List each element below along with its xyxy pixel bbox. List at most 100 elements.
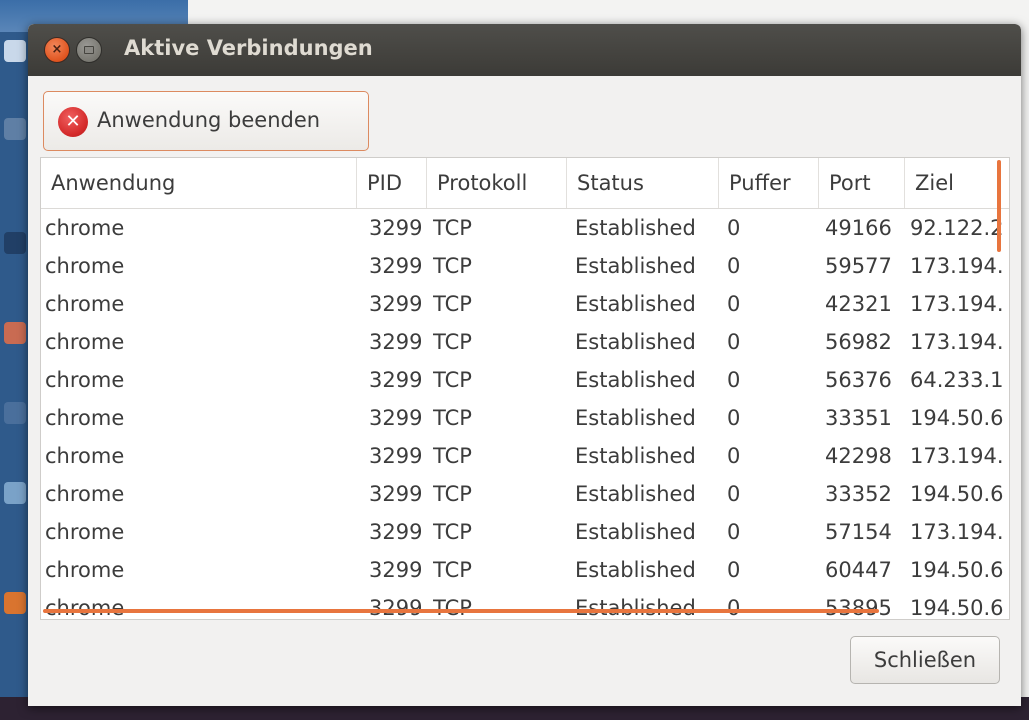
cell-application: chrome [45, 368, 125, 392]
cell-destination: 194.50.6 [910, 406, 1004, 430]
table-row[interactable]: chrome 3299 TCP Established 0 42321 173.… [41, 285, 1009, 323]
launcher-app-icon[interactable] [4, 40, 26, 62]
cell-protocol: TCP [433, 254, 472, 278]
cell-application: chrome [45, 330, 125, 354]
cell-protocol: TCP [433, 482, 472, 506]
cell-protocol: TCP [433, 406, 472, 430]
cell-pid: 3299 [369, 596, 423, 620]
cell-buffer: 0 [727, 292, 741, 316]
close-button[interactable]: Schließen [850, 636, 1000, 684]
table-row[interactable]: chrome 3299 TCP Established 0 33351 194.… [41, 399, 1009, 437]
launcher [0, 32, 30, 697]
table-row[interactable]: chrome 3299 TCP Established 0 56376 64.2… [41, 361, 1009, 399]
cell-status: Established [575, 292, 696, 316]
cell-buffer: 0 [727, 520, 741, 544]
cell-port: 53895 [825, 596, 892, 620]
cell-status: Established [575, 216, 696, 240]
cell-protocol: TCP [433, 596, 472, 620]
cell-destination: 173.194. [910, 330, 1004, 354]
cell-buffer: 0 [727, 596, 741, 620]
cell-destination: 64.233.1 [910, 368, 1004, 392]
end-application-label: Anwendung beenden [97, 108, 321, 132]
cell-port: 42321 [825, 292, 892, 316]
cell-application: chrome [45, 558, 125, 582]
launcher-app-icon[interactable] [4, 482, 26, 504]
table-row[interactable]: chrome 3299 TCP Established 0 60447 194.… [41, 551, 1009, 589]
launcher-app-icon[interactable] [4, 322, 26, 344]
table-row[interactable]: chrome 3299 TCP Established 0 59577 173.… [41, 247, 1009, 285]
connections-table[interactable]: Anwendung PID Protokoll Status Puffer Po… [40, 157, 1010, 620]
column-header-destination[interactable]: Ziel [905, 158, 1009, 208]
table-row[interactable]: chrome 3299 TCP Established 0 56982 173.… [41, 323, 1009, 361]
launcher-app-icon[interactable] [4, 592, 26, 614]
cell-application: chrome [45, 254, 125, 278]
cell-status: Established [575, 596, 696, 620]
cell-port: 33352 [825, 482, 892, 506]
table-row[interactable]: chrome 3299 TCP Established 0 57154 173.… [41, 513, 1009, 551]
table-row[interactable]: chrome 3299 TCP Established 0 33352 194.… [41, 475, 1009, 513]
table-row[interactable]: chrome 3299 TCP Established 0 53895 194.… [41, 589, 1009, 620]
cell-pid: 3299 [369, 482, 423, 506]
cell-status: Established [575, 254, 696, 278]
end-application-button[interactable]: ✕ Anwendung beenden [43, 91, 369, 151]
table-row[interactable]: chrome 3299 TCP Established 0 49166 92.1… [41, 209, 1009, 247]
cell-destination: 194.50.6 [910, 596, 1004, 620]
cell-port: 57154 [825, 520, 892, 544]
cell-status: Established [575, 368, 696, 392]
cell-buffer: 0 [727, 444, 741, 468]
horizontal-scrollbar[interactable] [43, 609, 879, 613]
cell-buffer: 0 [727, 406, 741, 430]
column-header-protocol[interactable]: Protokoll [427, 158, 567, 208]
cell-destination: 194.50.6 [910, 482, 1004, 506]
cell-protocol: TCP [433, 368, 472, 392]
cell-pid: 3299 [369, 368, 423, 392]
launcher-app-icon[interactable] [4, 118, 26, 140]
window-minimize-icon[interactable] [76, 37, 102, 63]
cell-port: 59577 [825, 254, 892, 278]
cell-pid: 3299 [369, 254, 423, 278]
cell-destination: 173.194. [910, 254, 1004, 278]
cell-status: Established [575, 558, 696, 582]
cell-destination: 173.194. [910, 520, 1004, 544]
cell-application: chrome [45, 520, 125, 544]
cell-application: chrome [45, 406, 125, 430]
cell-buffer: 0 [727, 330, 741, 354]
vertical-scrollbar[interactable] [997, 160, 1001, 252]
cell-destination: 173.194. [910, 292, 1004, 316]
cell-pid: 3299 [369, 444, 423, 468]
cell-destination: 194.50.6 [910, 558, 1004, 582]
launcher-app-icon[interactable] [4, 232, 26, 254]
cell-protocol: TCP [433, 330, 472, 354]
cell-status: Established [575, 520, 696, 544]
cell-buffer: 0 [727, 368, 741, 392]
column-header-port[interactable]: Port [819, 158, 905, 208]
cell-port: 49166 [825, 216, 892, 240]
cell-application: chrome [45, 216, 125, 240]
cell-pid: 3299 [369, 330, 423, 354]
cell-port: 33351 [825, 406, 892, 430]
cell-protocol: TCP [433, 292, 472, 316]
cell-port: 56376 [825, 368, 892, 392]
column-header-application[interactable]: Anwendung [41, 158, 357, 208]
active-connections-dialog: × Aktive Verbindungen ✕ Anwendung beende… [28, 24, 1021, 706]
window-title: Aktive Verbindungen [124, 36, 373, 60]
cell-pid: 3299 [369, 216, 423, 240]
cell-status: Established [575, 406, 696, 430]
column-header-pid[interactable]: PID [357, 158, 427, 208]
cell-application: chrome [45, 482, 125, 506]
window-close-icon[interactable]: × [44, 37, 70, 63]
column-header-buffer[interactable]: Puffer [719, 158, 819, 208]
table-header: Anwendung PID Protokoll Status Puffer Po… [41, 158, 1009, 209]
cell-application: chrome [45, 596, 125, 620]
cell-pid: 3299 [369, 558, 423, 582]
table-row[interactable]: chrome 3299 TCP Established 0 42298 173.… [41, 437, 1009, 475]
cell-port: 42298 [825, 444, 892, 468]
cell-destination: 173.194. [910, 444, 1004, 468]
cell-port: 60447 [825, 558, 892, 582]
cell-port: 56982 [825, 330, 892, 354]
cell-application: chrome [45, 444, 125, 468]
cell-protocol: TCP [433, 558, 472, 582]
cell-protocol: TCP [433, 216, 472, 240]
launcher-app-icon[interactable] [4, 402, 26, 424]
column-header-status[interactable]: Status [567, 158, 719, 208]
